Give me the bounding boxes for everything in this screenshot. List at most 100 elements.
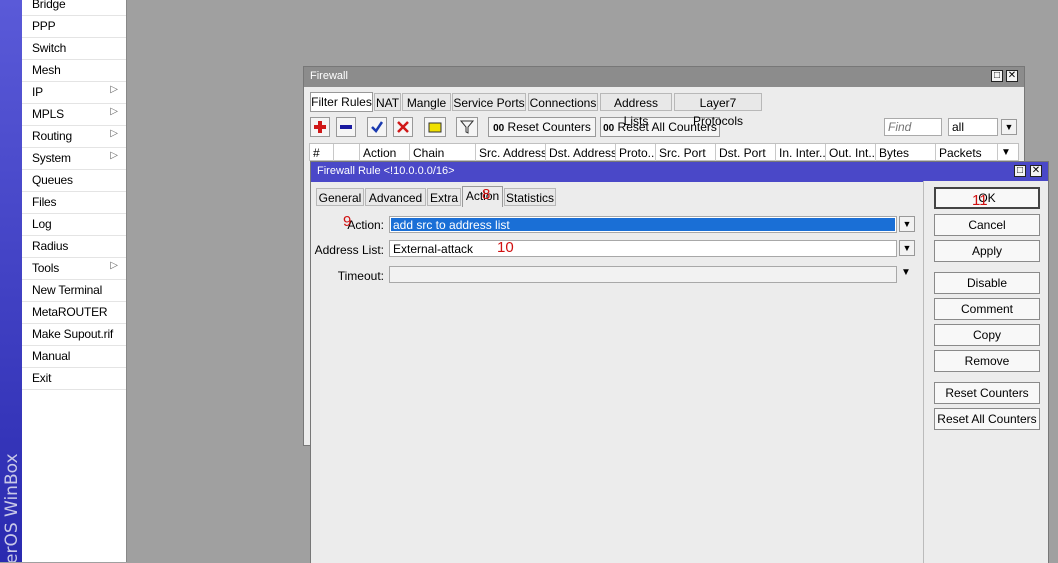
column-header: # Action Chain Src. Address Dst. Address Prot…: [309, 143, 1019, 162]
counter-icon: 00: [493, 123, 505, 134]
address-list-value: External-attack: [393, 242, 474, 256]
firewall-titlebar[interactable]: Firewall □ ✕: [304, 67, 1024, 87]
menu-item-mesh[interactable]: Mesh: [22, 59, 126, 82]
menu-item-radius[interactable]: Radius: [22, 235, 126, 258]
column-header-cell[interactable]: In. Inter...: [776, 144, 826, 162]
column-header-cell[interactable]: Out. Int...: [826, 144, 876, 162]
column-header-cell[interactable]: Chain: [410, 144, 476, 162]
remove-button[interactable]: Remove: [934, 350, 1040, 372]
column-header-cell[interactable]: Src. Port: [656, 144, 716, 162]
address-list-label: Address List:: [314, 243, 384, 257]
check-icon: [371, 121, 384, 133]
comment-button[interactable]: Comment: [934, 298, 1040, 320]
menu-item-system[interactable]: System ▷: [22, 147, 126, 170]
menu-item-new-terminal[interactable]: New Terminal: [22, 279, 126, 302]
rule-title: Firewall Rule <!10.0.0.0/16>: [317, 165, 455, 177]
reset-counters-label: Reset Counters: [507, 120, 591, 134]
brand-bar: erOS WinBox: [0, 0, 22, 562]
tab-layer7-protocols[interactable]: Layer7 Protocols: [674, 93, 762, 128]
remove-rule-button[interactable]: [336, 117, 356, 137]
find-input[interactable]: [884, 118, 942, 136]
copy-button[interactable]: Copy: [934, 324, 1040, 346]
annotation-10: 10: [497, 239, 514, 256]
menu-item-label: Tools: [32, 261, 60, 275]
tab-extra[interactable]: Extra: [427, 188, 461, 206]
action-label: Action:: [347, 218, 384, 232]
menu-item-label: Log: [32, 217, 52, 231]
disable-button[interactable]: Disable: [934, 272, 1040, 294]
menu-item-log[interactable]: Log: [22, 213, 126, 236]
action-dropdown-icon[interactable]: ▼: [899, 216, 915, 232]
column-header-cell[interactable]: Proto...: [616, 144, 656, 162]
maximize-icon[interactable]: □: [1014, 165, 1026, 177]
column-header-cell[interactable]: Src. Address: [476, 144, 546, 162]
menu-item-label: Bridge: [32, 0, 66, 11]
reset-all-counters-button[interactable]: Reset All Counters: [934, 408, 1040, 430]
menu-item-bridge[interactable]: Bridge: [22, 0, 126, 16]
filter-dropdown-icon[interactable]: ▼: [1001, 119, 1017, 135]
address-list-input[interactable]: External-attack: [389, 240, 897, 257]
column-header-cell[interactable]: Dst. Port: [716, 144, 776, 162]
timeout-label: Timeout:: [337, 269, 384, 283]
tab-connections[interactable]: Connections: [528, 93, 598, 111]
reset-counters-button[interactable]: 00 Reset Counters: [488, 117, 596, 137]
timeout-input[interactable]: [389, 266, 897, 283]
menu-item-queues[interactable]: Queues: [22, 169, 126, 192]
column-header-cell[interactable]: Bytes: [876, 144, 936, 162]
add-button[interactable]: [310, 117, 330, 137]
maximize-icon[interactable]: □: [991, 70, 1003, 82]
tab-nat[interactable]: NAT: [374, 93, 401, 111]
menu-item-routing[interactable]: Routing ▷: [22, 125, 126, 148]
tab-address-lists[interactable]: Address Lists: [600, 93, 672, 128]
menu-item-ppp[interactable]: PPP: [22, 15, 126, 38]
menu-item-mpls[interactable]: MPLS ▷: [22, 103, 126, 126]
comment-button[interactable]: [424, 117, 446, 137]
firewall-title: Firewall: [310, 70, 348, 82]
column-header-cell[interactable]: Packets: [936, 144, 998, 162]
tab-mangle[interactable]: Mangle: [402, 93, 451, 111]
filter-button[interactable]: [456, 117, 478, 137]
menu-item-metarouter[interactable]: MetaROUTER: [22, 301, 126, 324]
tab-statistics[interactable]: Statistics: [504, 188, 556, 206]
timeout-expand-icon[interactable]: ▼: [901, 267, 911, 278]
rule-form-panel: [312, 207, 924, 563]
address-list-dropdown-icon[interactable]: ▼: [899, 240, 915, 256]
close-icon[interactable]: ✕: [1030, 165, 1042, 177]
tab-service-ports[interactable]: Service Ports: [452, 93, 526, 111]
menu-item-label: Queues: [32, 173, 73, 187]
enable-button[interactable]: [367, 117, 387, 137]
apply-button[interactable]: Apply: [934, 240, 1040, 262]
menu-item-manual[interactable]: Manual: [22, 345, 126, 368]
menu-item-label: Radius: [32, 239, 69, 253]
menu-item-label: New Terminal: [32, 283, 103, 297]
menu-item-exit[interactable]: Exit: [22, 367, 126, 390]
menu-item-switch[interactable]: Switch: [22, 37, 126, 60]
menu-item-label: Exit: [32, 371, 52, 385]
reset-counters-button[interactable]: Reset Counters: [934, 382, 1040, 404]
menu-item-files[interactable]: Files: [22, 191, 126, 214]
close-icon[interactable]: ✕: [1006, 70, 1018, 82]
cancel-button[interactable]: Cancel: [934, 214, 1040, 236]
menu-item-tools[interactable]: Tools ▷: [22, 257, 126, 280]
menu-item-label: Mesh: [32, 63, 61, 77]
filter-select[interactable]: all: [948, 118, 998, 136]
disable-button[interactable]: [393, 117, 413, 137]
rule-titlebar[interactable]: Firewall Rule <!10.0.0.0/16> □ ✕: [311, 162, 1048, 182]
tab-filter-rules[interactable]: Filter Rules: [310, 92, 373, 112]
action-select[interactable]: add src to address list: [389, 216, 897, 233]
menu-item-make-supout-rif[interactable]: Make Supout.rif: [22, 323, 126, 346]
column-header-cell[interactable]: #: [310, 144, 334, 162]
menu-item-label: Routing: [32, 129, 72, 143]
menu-item-ip[interactable]: IP ▷: [22, 81, 126, 104]
menu-item-label: MetaROUTER: [32, 305, 108, 319]
menu-item-label: Switch: [32, 41, 67, 55]
column-header-cell[interactable]: [334, 144, 360, 162]
menu-item-label: MPLS: [32, 107, 64, 121]
menu-item-label: IP: [32, 85, 43, 99]
tab-general[interactable]: General: [316, 188, 364, 206]
column-header-cell[interactable]: Dst. Address: [546, 144, 616, 162]
menu-item-label: Manual: [32, 349, 71, 363]
column-header-cell[interactable]: Action: [360, 144, 410, 162]
tab-advanced[interactable]: Advanced: [365, 188, 426, 206]
columns-dropdown-icon[interactable]: ▼: [998, 144, 1018, 162]
